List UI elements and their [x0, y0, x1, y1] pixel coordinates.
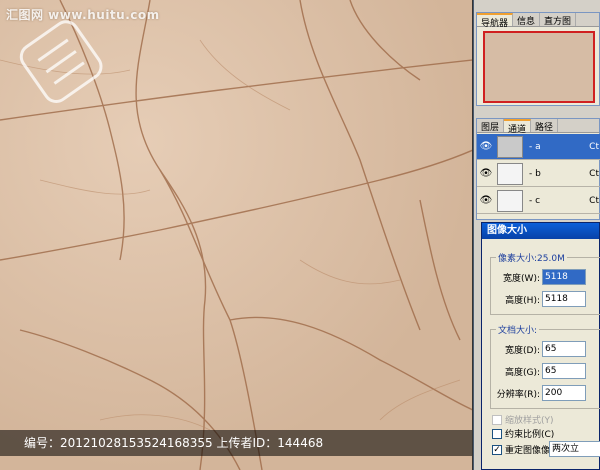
- channel-label: - b: [529, 168, 541, 179]
- height-label: 高度(H):: [505, 295, 540, 306]
- logo-watermark: [19, 20, 103, 103]
- eye-icon[interactable]: 👁: [479, 140, 493, 154]
- doc-width-row: 宽度(D):: [492, 341, 586, 357]
- tab-info[interactable]: 信息: [513, 13, 541, 27]
- channel-thumbnail: [497, 162, 523, 185]
- constrain-proportions-checkbox[interactable]: 约束比例(C): [492, 427, 554, 440]
- width-label: 宽度(W):: [503, 273, 540, 284]
- channel-row-b[interactable]: 👁 - b Ct: [477, 161, 600, 187]
- scale-styles-checkbox[interactable]: 缩放样式(Y): [492, 413, 554, 426]
- doc-width-input[interactable]: [542, 341, 586, 357]
- channel-shortcut: Ct: [589, 195, 599, 206]
- scale-styles-label: 缩放样式(Y): [505, 416, 554, 426]
- pixel-width-input[interactable]: [542, 269, 586, 285]
- tab-paths[interactable]: 路径: [531, 119, 559, 133]
- dialog-title[interactable]: 图像大小: [482, 223, 599, 239]
- channel-shortcut: Ct: [589, 168, 599, 179]
- resample-method-select[interactable]: 两次立: [549, 441, 600, 457]
- pixel-height-row: 高度(H):: [492, 291, 586, 307]
- tab-histogram[interactable]: 直方图: [540, 13, 577, 27]
- navigator-panel: 导航器 信息 直方图: [476, 12, 600, 106]
- doc-height-label: 高度(G):: [504, 367, 540, 378]
- resolution-input[interactable]: [542, 385, 586, 401]
- pixel-height-input[interactable]: [542, 291, 586, 307]
- channel-label: - a: [529, 141, 541, 152]
- eye-icon[interactable]: 👁: [479, 194, 493, 208]
- navigator-thumbnail[interactable]: [483, 31, 595, 103]
- image-size-dialog: 图像大小 像素大小:25.0M 宽度(W): 高度(H): 文档大小: 宽度(D…: [481, 222, 600, 470]
- navigator-tabs: 导航器 信息 直方图: [477, 13, 599, 29]
- pixel-dimensions-title: 像素大小:25.0M: [496, 251, 567, 264]
- resolution-label: 分辨率(R):: [496, 389, 540, 400]
- checkbox-box: [492, 414, 502, 425]
- doc-height-input[interactable]: [542, 363, 586, 379]
- resolution-row: 分辨率(R):: [492, 385, 586, 401]
- eye-icon[interactable]: 👁: [479, 167, 493, 181]
- channel-row-a[interactable]: 👁 - a Ct: [477, 134, 600, 160]
- channel-label: - c: [529, 195, 541, 206]
- check-icon: ✓: [492, 444, 502, 455]
- channel-thumbnail: [497, 135, 523, 158]
- channel-shortcut: Ct: [589, 141, 599, 152]
- doc-width-label: 宽度(D):: [505, 345, 540, 356]
- caption-bar: 编号：20121028153524168355 上传者ID：144468: [0, 430, 472, 456]
- tab-navigator[interactable]: 导航器: [477, 13, 514, 29]
- channel-thumbnail: [497, 189, 523, 212]
- image-canvas[interactable]: 汇图网 www.huitu.com 编号：2012102815352416835…: [0, 0, 473, 470]
- tab-layers[interactable]: 图层: [477, 119, 505, 133]
- channels-tabs: 图层 通道 路径: [477, 119, 599, 135]
- constrain-label: 约束比例(C): [505, 430, 555, 440]
- checkbox-box: [492, 428, 502, 439]
- document-size-title: 文档大小:: [496, 323, 540, 336]
- doc-height-row: 高度(G):: [492, 363, 586, 379]
- channels-panel: 图层 通道 路径 👁 - a Ct 👁 - b Ct 👁 - c Ct: [476, 118, 600, 220]
- channel-row-c[interactable]: 👁 - c Ct: [477, 188, 600, 214]
- pixel-width-row: 宽度(W):: [492, 269, 586, 285]
- tab-channels[interactable]: 通道: [504, 119, 532, 135]
